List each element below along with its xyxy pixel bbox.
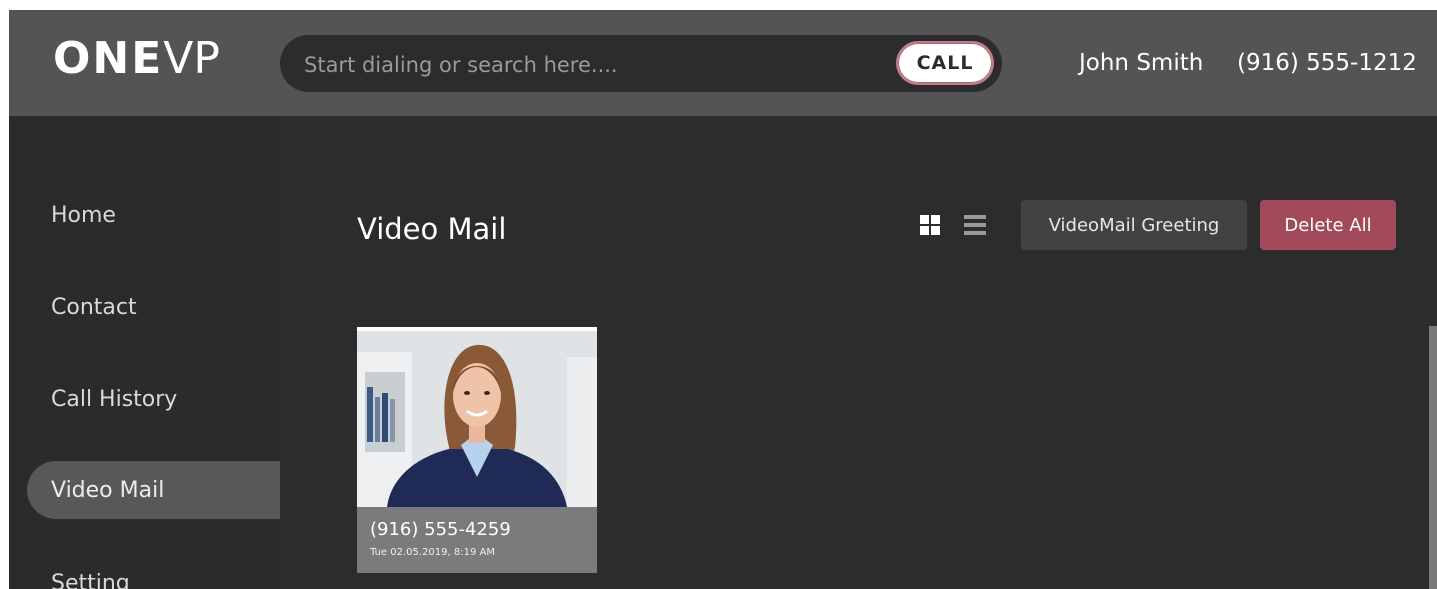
sidebar-item-contact[interactable]: Contact	[27, 278, 280, 336]
sidebar: Home Contact Call History Video Mail Set…	[9, 116, 280, 589]
onevp-logo[interactable]: ONEVP	[53, 37, 220, 81]
user-phone: (916) 555-1212	[1237, 50, 1417, 76]
videomail-phone: (916) 555-4259	[370, 519, 511, 540]
woman-portrait-image	[357, 327, 597, 507]
sidebar-item-call-history[interactable]: Call History	[27, 370, 280, 428]
main-content: Video Mail VideoMail Greeting Delete All	[280, 116, 1437, 589]
sidebar-item-label: Video Mail	[51, 477, 165, 503]
header-bar: ONEVP CALL John Smith (916) 555-1212	[9, 10, 1437, 116]
scrollbar[interactable]	[1429, 326, 1437, 589]
sidebar-item-label: Call History	[51, 386, 178, 412]
videomail-greeting-button[interactable]: VideoMail Greeting	[1021, 200, 1247, 250]
videomail-card[interactable]: (916) 555-4259 Tue 02.05.2019, 8:19 AM	[357, 327, 597, 573]
delete-all-button[interactable]: Delete All	[1260, 200, 1396, 250]
videomail-timestamp: Tue 02.05.2019, 8:19 AM	[370, 547, 495, 558]
sidebar-item-label: Setting	[51, 570, 130, 589]
sidebar-item-label: Contact	[51, 294, 137, 320]
sidebar-item-setting[interactable]: Setting	[27, 554, 280, 589]
logo-light-text: VP	[163, 33, 220, 84]
sidebar-item-video-mail[interactable]: Video Mail	[27, 461, 280, 519]
sidebar-item-label: Home	[51, 202, 116, 228]
search-input[interactable]	[302, 35, 886, 94]
page-title: Video Mail	[357, 212, 507, 246]
app-window: ONEVP CALL John Smith (916) 555-1212 Hom…	[9, 10, 1437, 589]
search-bar: CALL	[280, 35, 1002, 94]
user-name[interactable]: John Smith	[1079, 50, 1203, 76]
videomail-thumbnail[interactable]	[357, 327, 597, 507]
call-button[interactable]: CALL	[896, 41, 994, 85]
grid-view-icon[interactable]	[920, 215, 940, 235]
logo-bold-text: ONE	[53, 33, 164, 84]
sidebar-item-home[interactable]: Home	[27, 186, 280, 244]
list-view-icon[interactable]	[964, 215, 986, 235]
